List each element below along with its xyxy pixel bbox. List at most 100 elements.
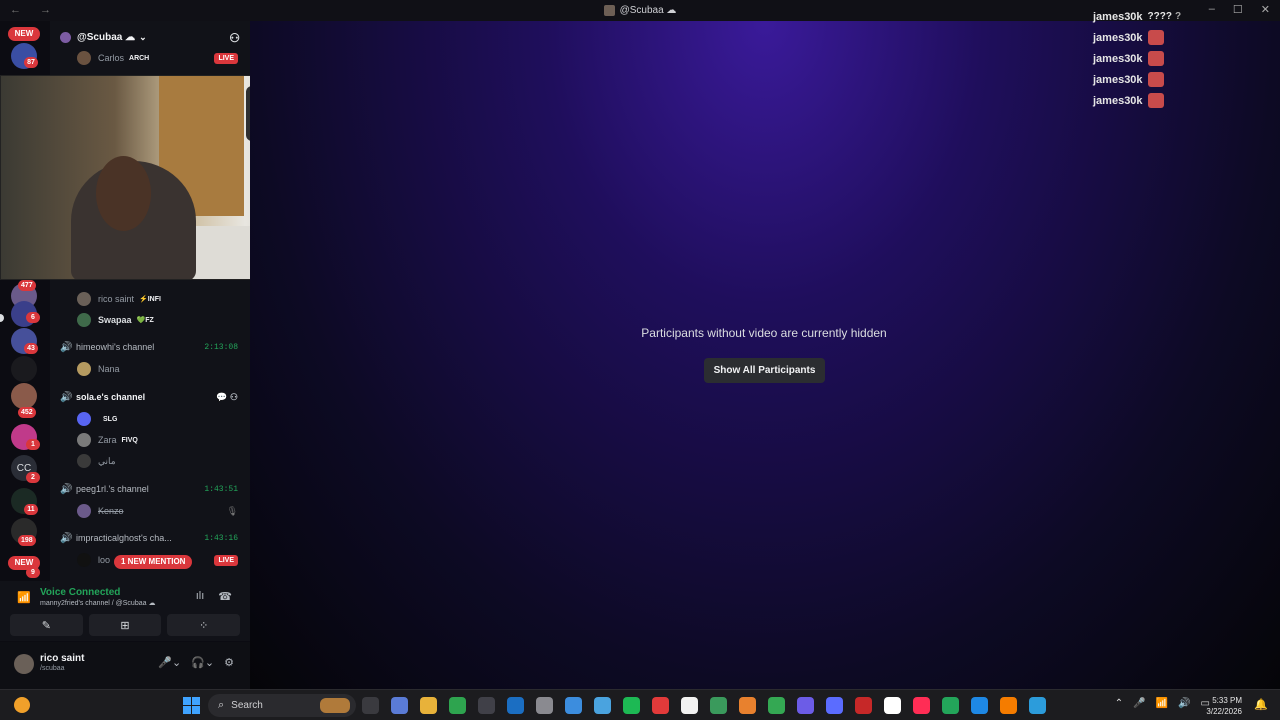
taskbar-app-icon[interactable] — [768, 697, 785, 714]
alert-row: james30k — [1093, 90, 1203, 111]
nav-arrows[interactable]: ← → — [10, 4, 59, 16]
taskbar-app-icon[interactable] — [362, 697, 379, 714]
voice-channel[interactable]: 🔊 peeg1rl.'s channel 1:43:51 — [50, 480, 250, 498]
server-name: @Scubaa ☁ — [77, 31, 136, 43]
alert-user: james30k — [1093, 10, 1143, 23]
search-highlight-icon — [320, 698, 350, 713]
window-controls: – ☐ ✕ — [1209, 3, 1270, 16]
volume-icon[interactable]: 🔊 — [1178, 698, 1190, 709]
channel-timer: 1:43:51 — [204, 484, 238, 494]
new-mention-pill[interactable]: 1 NEW MENTION — [114, 555, 193, 569]
maximize-button[interactable]: ☐ — [1233, 3, 1243, 16]
taskbar-app-icon[interactable] — [884, 697, 901, 714]
voice-channel[interactable]: 🔊 himeowhi's channel 2:13:08 — [50, 338, 250, 356]
emote-icon — [1147, 72, 1164, 87]
voice-user[interactable]: Kenzo 🎙 — [50, 502, 250, 520]
clock-time: 5:33 PM — [1212, 696, 1242, 705]
avatar[interactable] — [14, 654, 34, 674]
disconnect-icon[interactable]: ☎ — [218, 590, 232, 603]
taskbar-app-icon[interactable] — [913, 697, 930, 714]
noise-suppression-icon[interactable]: ılı — [196, 590, 205, 603]
taskbar: ⌕ Search ⌃ 🎤 📶 🔊 ▭ 5:33 PM 3/22/2026 🔔 — [0, 689, 1280, 720]
voice-status[interactable]: Voice Connected — [40, 587, 120, 598]
search-icon: ⌕ — [218, 699, 225, 711]
user-tag: FIVQ — [121, 436, 138, 444]
taskbar-app-icon[interactable] — [449, 697, 466, 714]
voice-user[interactable]: Zara FIVQ — [50, 431, 250, 449]
user-tag: 💚FZ — [136, 317, 154, 324]
user-name: Swapaa — [98, 315, 132, 325]
camera-scene-head — [96, 156, 151, 231]
taskbar-app-icon[interactable] — [855, 697, 872, 714]
headphones-icon[interactable]: 🎧⌄ — [191, 656, 214, 669]
taskbar-app-icon[interactable] — [797, 697, 814, 714]
taskbar-app-icon[interactable] — [623, 697, 640, 714]
taskbar-app-icon[interactable] — [681, 697, 698, 714]
voice-user[interactable]: rico saint ⚡INFI — [50, 290, 250, 308]
taskbar-app-icon[interactable] — [565, 697, 582, 714]
alert-row: james30k — [1093, 27, 1203, 48]
chevron-up-icon[interactable]: ⌃ — [1115, 698, 1123, 709]
voice-user[interactable]: Carlos ARCH LIVE — [50, 49, 250, 67]
taskbar-app-icon[interactable] — [942, 697, 959, 714]
signal-icon[interactable]: 📶 — [17, 591, 31, 604]
activities-button[interactable]: ⁘ — [167, 614, 241, 636]
alert-user: james30k — [1093, 52, 1143, 65]
taskbar-app-icon[interactable] — [594, 697, 611, 714]
microphone-icon[interactable]: 🎤⌄ — [158, 656, 181, 669]
voice-user[interactable]: Nana — [50, 360, 250, 378]
voice-user[interactable]: Swapaa 💚FZ — [50, 311, 250, 329]
user-name: ماني — [98, 455, 116, 466]
chevron-down-icon: ⌄ — [139, 31, 147, 42]
show-all-participants-button[interactable]: Show All Participants — [704, 358, 825, 383]
taskbar-app-icon[interactable] — [420, 697, 437, 714]
badge: 87 — [24, 57, 38, 68]
taskbar-app-icon[interactable] — [536, 697, 553, 714]
invite-icon[interactable]: ⚇ — [229, 31, 240, 45]
search-box[interactable]: ⌕ Search — [208, 694, 356, 717]
user-name[interactable]: rico saint — [40, 653, 84, 664]
voice-channel-path[interactable]: manny2fried's channel / @Scubaa ☁ — [40, 599, 155, 607]
voice-channel[interactable]: 🔊 impracticalghost's cha... 1:43:16 — [50, 529, 250, 547]
taskbar-app-icon[interactable] — [1029, 697, 1046, 714]
server-icon[interactable] — [11, 383, 37, 409]
wifi-icon[interactable]: 📶 — [1156, 698, 1168, 709]
screen-share-button[interactable]: ⊞ — [88, 614, 162, 636]
gear-icon[interactable]: ⚙ — [224, 656, 234, 669]
taskbar-app-icon[interactable] — [652, 697, 669, 714]
start-button[interactable] — [183, 697, 200, 714]
taskbar-app-icon[interactable] — [710, 697, 727, 714]
alert-user: james30k — [1093, 73, 1143, 86]
avatar — [77, 504, 91, 518]
discord-avatar-icon — [77, 412, 91, 426]
close-button[interactable]: ✕ — [1261, 3, 1270, 16]
camera-off-button[interactable]: ✎ — [10, 614, 83, 636]
taskbar-app-icon[interactable] — [507, 697, 524, 714]
user-tag: ⚡INFI — [139, 296, 161, 303]
user-controls: 🎤⌄ 🎧⌄ ⚙ — [158, 656, 234, 669]
taskbar-app-icon[interactable] — [826, 697, 843, 714]
avatar — [77, 313, 91, 327]
weather-icon[interactable] — [14, 697, 30, 713]
mic-tray-icon[interactable]: 🎤 — [1133, 698, 1145, 709]
taskbar-app-icon[interactable] — [391, 697, 408, 714]
minimize-button[interactable]: – — [1209, 3, 1215, 16]
taskbar-app-icon[interactable] — [1000, 697, 1017, 714]
voice-user[interactable]: ماني — [50, 452, 250, 470]
user-status: /scubaa — [40, 665, 65, 672]
server-icon[interactable] — [11, 356, 37, 382]
search-label: Search — [231, 700, 263, 711]
taskbar-app-icon[interactable] — [739, 697, 756, 714]
help-icon[interactable]: ? — [1175, 11, 1181, 22]
badge: 43 — [24, 343, 38, 354]
taskbar-app-icon[interactable] — [971, 697, 988, 714]
voice-channel-active[interactable]: 🔊 sola.e's channel 💬 ⚇ — [50, 388, 250, 406]
chat-icon[interactable]: 💬 ⚇ — [216, 392, 238, 403]
channel-name: peeg1rl.'s channel — [76, 484, 149, 494]
clock[interactable]: 5:33 PM 3/22/2026 — [1206, 695, 1242, 717]
voice-user[interactable]: SLG — [50, 410, 250, 428]
taskbar-app-icon[interactable] — [478, 697, 495, 714]
notification-icon[interactable]: 🔔 — [1254, 698, 1268, 711]
title-bar: ← → @Scubaa ☁ – ☐ ✕ — [0, 0, 1280, 21]
new-pill[interactable]: NEW — [8, 27, 40, 41]
